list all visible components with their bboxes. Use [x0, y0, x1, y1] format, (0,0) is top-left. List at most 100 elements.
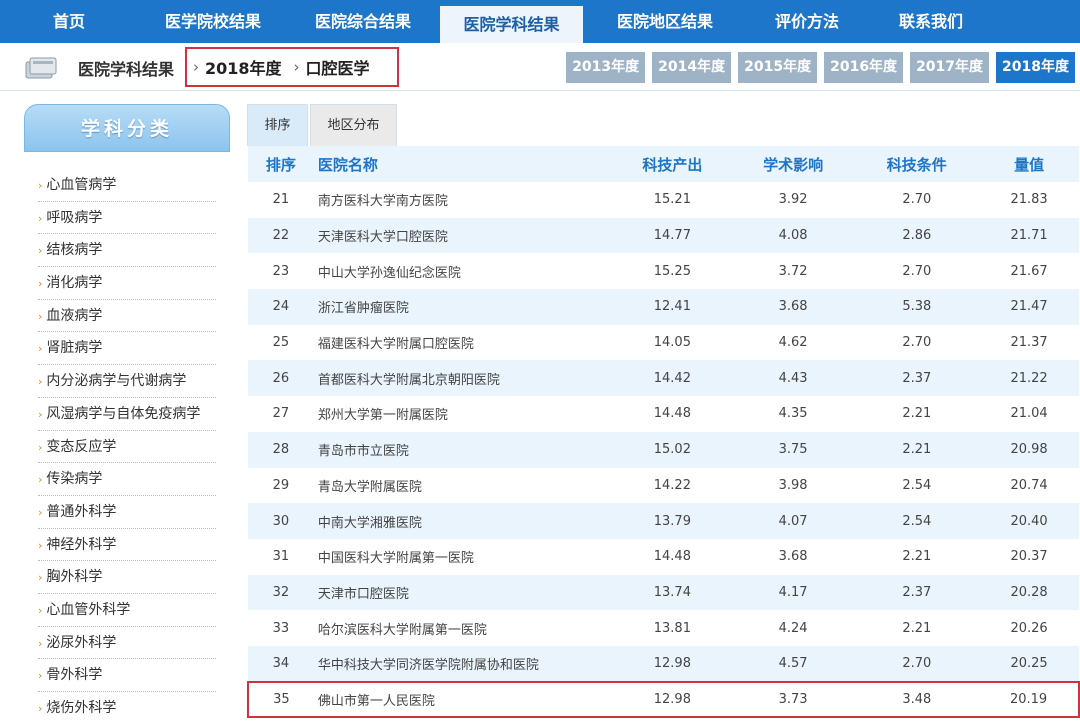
nav-item[interactable]: 评价方法 [745, 0, 869, 43]
col-score[interactable]: 量值 [979, 146, 1079, 182]
cell-output: 12.41 [653, 299, 691, 315]
col-rank[interactable]: 排序 [248, 146, 314, 182]
nav-item[interactable]: 联系我们 [869, 0, 993, 43]
table-row[interactable]: 29 青岛大学附属医院 14.22 3.98 2.54 20.74 [248, 467, 1079, 504]
table-row[interactable]: 21 南方医科大学南方医院 15.21 3.92 2.70 21.83 [248, 182, 1079, 218]
sidebar-item-label: 变态反应学 [46, 438, 117, 455]
col-output[interactable]: 科技产出 [613, 146, 732, 182]
table-row[interactable]: 25 福建医科大学附属口腔医院 14.05 4.62 2.70 21.37 [248, 324, 1079, 361]
cell-hospital-name[interactable]: 南方医科大学南方医院 [314, 182, 613, 218]
sidebar-item-label: 骨外科学 [46, 667, 103, 684]
sidebar-item[interactable]: › 变态反应学 [38, 431, 216, 464]
cell-rank: 32 [272, 584, 290, 600]
year-button[interactable]: 2014年度 [652, 52, 732, 83]
cell-impact: 4.17 [778, 584, 808, 600]
cell-score: 21.37 [1010, 335, 1048, 351]
sidebar-item[interactable]: › 血液病学 [38, 300, 216, 333]
breadcrumb-year[interactable]: 2018年度 [205, 55, 282, 79]
cell-output: 14.48 [653, 406, 691, 422]
table-row[interactable]: 26 首都医科大学附属北京朝阳医院 14.42 4.43 2.37 21.22 [248, 360, 1079, 397]
cell-rank: 23 [272, 263, 290, 279]
cell-rank: 35 [247, 680, 314, 719]
sidebar-item-label: 泌尿外科学 [46, 634, 117, 651]
cell-hospital-name[interactable]: 浙江省肿瘤医院 [314, 289, 613, 325]
cell-hospital-name[interactable]: 天津医科大学口腔医院 [314, 218, 613, 254]
chevron-right-icon: › [38, 636, 43, 650]
table-row[interactable]: 30 中南大学湘雅医院 13.79 4.07 2.54 20.40 [248, 503, 1079, 539]
table-row[interactable]: 31 中国医科大学附属第一医院 14.48 3.68 2.21 20.37 [248, 538, 1079, 575]
breadcrumb-row: 医院学科结果 › 2018年度 › 口腔医学 2013年度 2014年度 2015年… [0, 43, 1080, 91]
nav-item[interactable]: 医学院校结果 [138, 0, 288, 43]
sidebar-item[interactable]: › 烧伤外科学 [38, 692, 216, 722]
cell-score: 20.26 [1010, 620, 1048, 636]
sidebar-item[interactable]: › 普通外科学 [38, 496, 216, 529]
table-row[interactable]: 32 天津市口腔医院 13.74 4.17 2.37 20.28 [248, 574, 1079, 611]
year-button[interactable]: 2015年度 [738, 52, 818, 83]
sidebar-item[interactable]: › 肾脏病学 [38, 332, 216, 366]
sidebar-item[interactable]: › 呼吸病学 [38, 202, 216, 235]
cell-hospital-name[interactable]: 中山大学孙逸仙纪念医院 [314, 253, 613, 289]
cell-hospital-name[interactable]: 华中科技大学同济医学院附属协和医院 [314, 646, 613, 682]
sidebar-item-label: 血液病学 [46, 307, 103, 324]
nav-item[interactable]: 医院地区结果 [585, 0, 745, 43]
col-conditions[interactable]: 科技条件 [854, 146, 979, 182]
table-row[interactable]: 24 浙江省肿瘤医院 12.41 3.68 5.38 21.47 [248, 289, 1079, 325]
breadcrumb-subject: 口腔医学 [305, 59, 370, 78]
sidebar-item[interactable]: › 神经外科学 [38, 529, 216, 562]
sidebar-item[interactable]: › 泌尿外科学 [38, 627, 216, 660]
sidebar-item[interactable]: › 消化病学 [38, 267, 216, 300]
sidebar-item[interactable]: › 骨外科学 [38, 659, 216, 692]
cell-hospital-name[interactable]: 福建医科大学附属口腔医院 [314, 325, 613, 361]
cell-output: 14.22 [653, 477, 691, 493]
breadcrumb: › 2018年度 › 口腔医学 [185, 47, 399, 87]
year-button[interactable]: 2016年度 [824, 52, 904, 83]
book-stack-icon [25, 57, 57, 79]
cell-rank: 27 [272, 406, 290, 422]
year-button[interactable]: 2017年度 [910, 52, 990, 83]
cell-rank: 21 [272, 192, 290, 208]
cell-output: 15.02 [653, 442, 691, 458]
sidebar-item[interactable]: › 胸外科学 [38, 561, 216, 594]
table-row[interactable]: 35 佛山市第一人民医院 12.98 3.73 3.48 20.19 [247, 680, 1080, 719]
cell-hospital-name[interactable]: 哈尔滨医科大学附属第一医院 [314, 610, 613, 646]
sidebar-item[interactable]: › 心血管病学 [38, 169, 216, 202]
year-button[interactable]: 2013年度 [566, 52, 646, 83]
cell-hospital-name[interactable]: 首都医科大学附属北京朝阳医院 [314, 360, 613, 396]
tab-ranking[interactable]: 排序 [247, 104, 308, 146]
cell-hospital-name[interactable]: 中国医科大学附属第一医院 [314, 539, 613, 575]
chevron-right-icon: › [38, 179, 43, 192]
top-nav: 首页 医学院校结果 医院综合结果 医院学科结果 医院地区结果 评价方法 联系我们 [0, 0, 1080, 43]
cell-rank: 24 [272, 299, 290, 315]
breadcrumb-root[interactable]: 医院学科结果 [78, 56, 174, 80]
sidebar-item[interactable]: › 心血管外科学 [38, 594, 216, 627]
sidebar-item-label: 肾脏病学 [46, 340, 103, 357]
table-row[interactable]: 33 哈尔滨医科大学附属第一医院 13.81 4.24 2.21 20.26 [248, 610, 1079, 646]
cell-hospital-name[interactable]: 中南大学湘雅医院 [314, 503, 613, 539]
cell-rank: 26 [272, 370, 290, 386]
sidebar-item[interactable]: › 风湿病学与自体免疫病学 [38, 398, 216, 431]
sidebar-item[interactable]: › 内分泌病学与代谢病学 [38, 365, 216, 398]
table-row[interactable]: 27 郑州大学第一附属医院 14.48 4.35 2.21 21.04 [248, 396, 1079, 432]
col-impact[interactable]: 学术影响 [732, 146, 855, 182]
cell-output: 12.98 [612, 680, 732, 719]
table-row[interactable]: 34 华中科技大学同济医学院附属协和医院 12.98 4.57 2.70 20.25 [248, 645, 1079, 682]
nav-item[interactable]: 首页 [0, 0, 138, 43]
cell-score: 20.40 [1010, 513, 1048, 529]
cell-score: 20.25 [1010, 655, 1048, 671]
sidebar-item[interactable]: › 传染病学 [38, 463, 216, 496]
cell-hospital-name[interactable]: 郑州大学第一附属医院 [314, 396, 613, 432]
nav-item[interactable]: 医院综合结果 [288, 0, 438, 43]
chevron-right-icon: › [38, 244, 43, 258]
table-row[interactable]: 28 青岛市市立医院 15.02 3.75 2.21 20.98 [248, 431, 1079, 468]
year-button[interactable]: 2018年度 [996, 52, 1075, 83]
tab-region[interactable]: 地区分布 [310, 104, 397, 146]
cell-hospital-name[interactable]: 佛山市第一人民医院 [313, 680, 613, 719]
table-row[interactable]: 23 中山大学孙逸仙纪念医院 15.25 3.72 2.70 21.67 [248, 253, 1079, 290]
sidebar-item[interactable]: › 结核病学 [38, 234, 216, 268]
cell-hospital-name[interactable]: 天津市口腔医院 [314, 575, 613, 611]
cell-hospital-name[interactable]: 青岛市市立医院 [314, 432, 613, 468]
nav-item[interactable]: 医院学科结果 [440, 3, 583, 43]
table-row[interactable]: 22 天津医科大学口腔医院 14.77 4.08 2.86 21.71 [248, 217, 1079, 254]
sidebar-item-label: 心血管外科学 [46, 601, 131, 618]
cell-hospital-name[interactable]: 青岛大学附属医院 [314, 468, 613, 504]
